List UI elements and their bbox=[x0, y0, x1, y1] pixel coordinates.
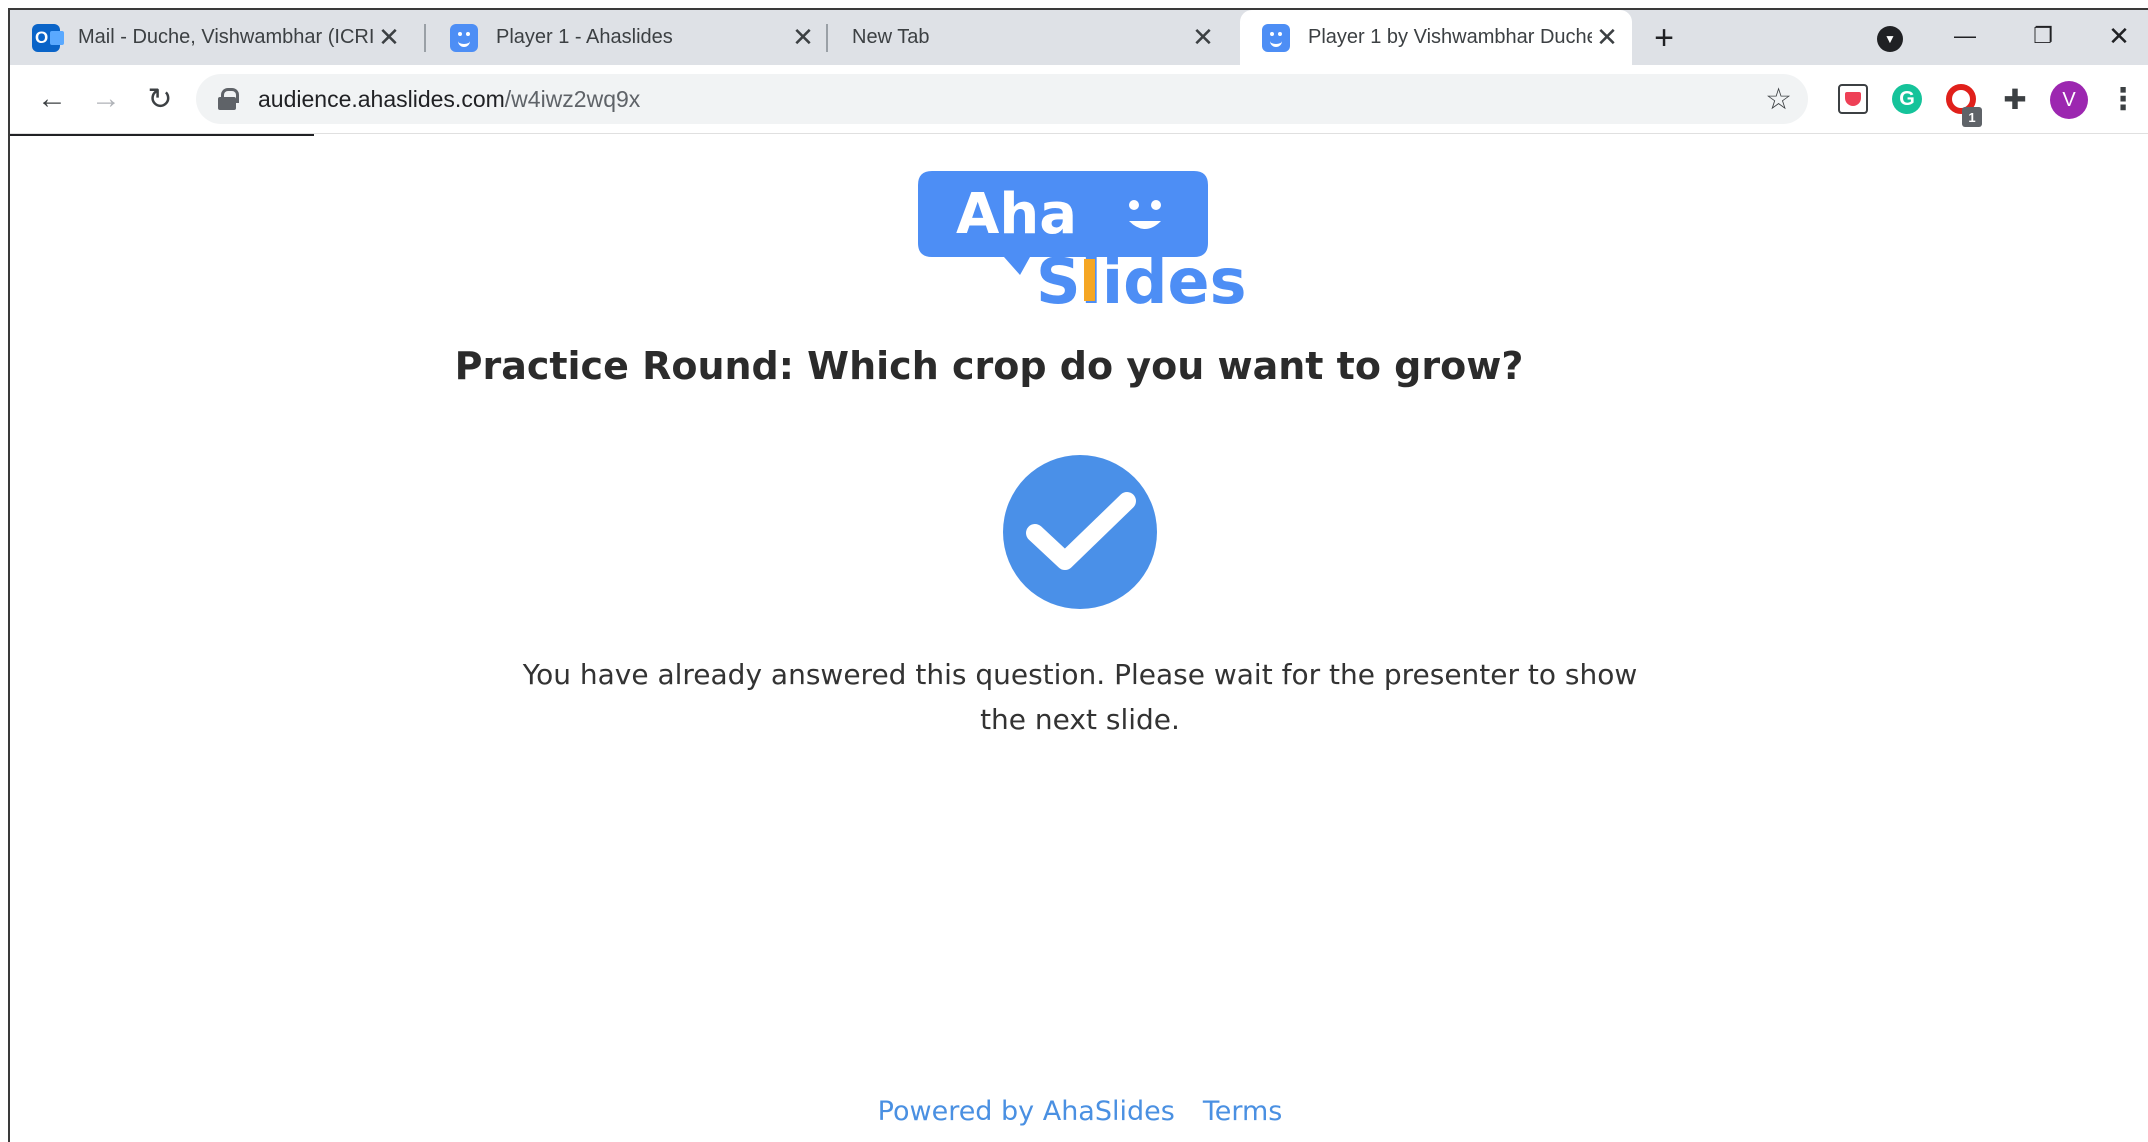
tab-player1-active[interactable]: Player 1 by Vishwambhar Duche ✕ bbox=[1240, 10, 1632, 65]
grammarly-extension-icon[interactable]: G bbox=[1892, 84, 1922, 114]
tab-mail[interactable]: Mail - Duche, Vishwambhar (ICRI ✕ bbox=[10, 10, 414, 65]
reload-icon[interactable]: ↻ bbox=[140, 79, 180, 119]
ahaslides-icon bbox=[1262, 23, 1290, 52]
checkmark-icon bbox=[1003, 455, 1157, 609]
restore-icon[interactable]: ❐ bbox=[2018, 16, 2068, 56]
tab-title: New Tab bbox=[852, 26, 930, 48]
extensions-puzzle-icon[interactable]: ✚ bbox=[2000, 84, 2030, 115]
tab-new-tab[interactable]: New Tab ✕ bbox=[828, 10, 1228, 65]
url-host: audience.ahaslides.com bbox=[258, 85, 505, 112]
more-menu-icon[interactable]: ⋮ bbox=[2108, 79, 2138, 119]
page-footer: Powered by AhaSlides Terms bbox=[10, 1096, 2148, 1127]
tab-separator bbox=[424, 24, 426, 52]
powered-by-link[interactable]: Powered by AhaSlides bbox=[878, 1096, 1175, 1127]
url-text: audience.ahaslides.com/w4iwz2wq9x bbox=[258, 86, 640, 113]
forward-arrow-icon[interactable]: → bbox=[86, 79, 126, 119]
tab-strip: Mail - Duche, Vishwambhar (ICRI ✕ Player… bbox=[10, 10, 2148, 65]
close-icon[interactable]: ✕ bbox=[1592, 22, 1622, 53]
browser-toolbar: ← → ↻ audience.ahaslides.com/w4iwz2wq9x … bbox=[10, 65, 2148, 134]
page-content: Aha Slides Practice Round: Which crop do… bbox=[10, 136, 2148, 1142]
profile-avatar[interactable]: V bbox=[2050, 81, 2088, 119]
window-close-icon[interactable]: ✕ bbox=[2094, 16, 2144, 56]
lock-icon bbox=[218, 88, 239, 110]
logo-line1: Aha bbox=[956, 182, 1077, 247]
close-icon[interactable]: ✕ bbox=[374, 22, 404, 53]
ahaslides-icon bbox=[450, 23, 478, 52]
answered-message: You have already answered this question.… bbox=[522, 658, 1638, 736]
tab-title: Player 1 by Vishwambhar Duche bbox=[1308, 26, 1592, 48]
bookmark-star-icon[interactable]: ☆ bbox=[1765, 82, 1792, 117]
tab-title: Player 1 - Ahaslides bbox=[496, 26, 673, 48]
back-arrow-icon[interactable]: ← bbox=[32, 79, 72, 119]
logo-line2: Slides bbox=[1036, 245, 1247, 311]
new-tab-plus-icon[interactable]: + bbox=[1648, 19, 1680, 57]
minimize-icon[interactable]: — bbox=[1940, 16, 1990, 56]
terms-link[interactable]: Terms bbox=[1203, 1096, 1283, 1127]
ahaslides-logo: Aha Slides bbox=[918, 171, 1247, 311]
url-path: /w4iwz2wq9x bbox=[504, 85, 641, 112]
extension-badge: 1 bbox=[1962, 107, 1982, 127]
tab-player1-ahaslides[interactable]: Player 1 - Ahaslides ✕ bbox=[428, 10, 828, 65]
address-bar[interactable]: audience.ahaslides.com/w4iwz2wq9x ☆ bbox=[196, 74, 1808, 124]
close-icon[interactable]: ✕ bbox=[1188, 22, 1218, 53]
tab-search-icon[interactable]: ▼ bbox=[1877, 26, 1903, 52]
close-icon[interactable]: ✕ bbox=[788, 22, 818, 53]
tab-title: Mail - Duche, Vishwambhar (ICRI bbox=[78, 26, 374, 48]
browser-window: Mail - Duche, Vishwambhar (ICRI ✕ Player… bbox=[8, 8, 2148, 1142]
question-title: Practice Round: Which crop do you want t… bbox=[454, 344, 1524, 388]
pocket-extension-icon[interactable] bbox=[1838, 84, 1868, 114]
outlook-icon bbox=[32, 23, 64, 52]
